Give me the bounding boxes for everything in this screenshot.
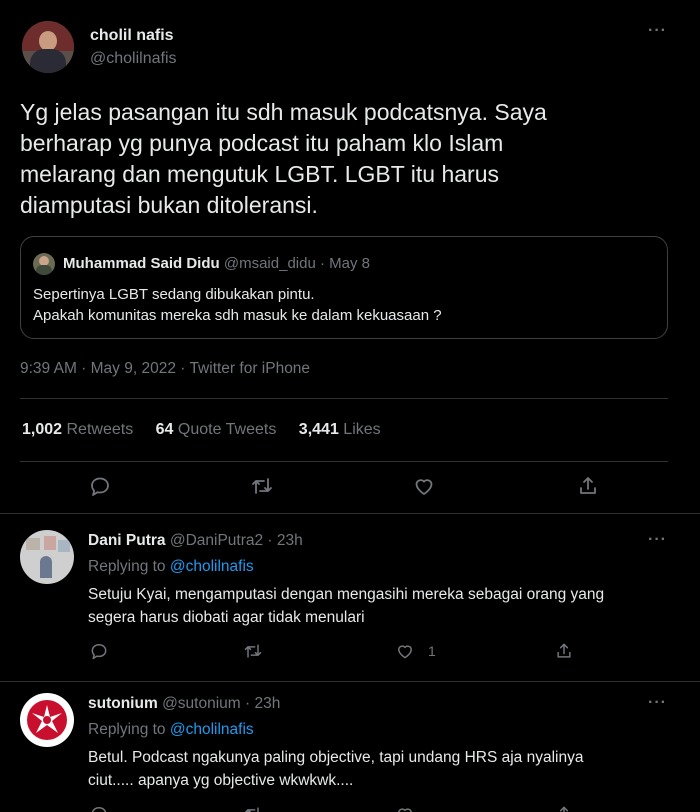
more-options-icon[interactable]: ··· <box>648 694 667 712</box>
reply-author-handle[interactable]: @sutonium <box>162 695 241 712</box>
share-icon[interactable] <box>553 803 575 812</box>
sutonium-logo-icon <box>27 700 67 740</box>
reply-text: Betul. Podcast ngakunya paling objective… <box>88 746 583 792</box>
tweet-text-line: Yg jelas pasangan itu sdh masuk podcatsn… <box>20 99 547 125</box>
likes-stat[interactable]: 3,441 Likes <box>299 421 381 438</box>
share-icon[interactable] <box>574 472 602 500</box>
reply-time[interactable]: · 23h <box>245 695 280 712</box>
reply-header: sutonium @sutonium · 23h <box>88 695 280 713</box>
quoted-header: Muhammad Said Didu @msaid_didu · May 8 <box>63 255 370 272</box>
retweets-stat[interactable]: 1,002 Retweets <box>22 421 133 438</box>
quoted-author-name: Muhammad Said Didu <box>63 255 220 272</box>
share-icon[interactable] <box>553 640 575 662</box>
quoted-text-line: Sepertinya LGBT sedang dibukakan pintu. <box>33 286 315 303</box>
tweet-text-line: diamputasi bukan ditoleransi. <box>20 192 318 218</box>
tweet-stats: 1,002 Retweets 64 Quote Tweets 3,441 Lik… <box>22 421 381 439</box>
replying-to-link[interactable]: @cholilnafis <box>170 558 254 575</box>
reply-author-name[interactable]: sutonium <box>88 695 158 712</box>
like-icon[interactable] <box>394 803 416 812</box>
like-icon[interactable] <box>394 640 416 662</box>
quoted-author-handle: @msaid_didu <box>223 255 316 272</box>
author-name[interactable]: cholil nafis <box>90 27 174 45</box>
reply-text-line: ciut..... apanya yg objective wkwkwk.... <box>88 772 354 789</box>
author-handle[interactable]: @cholilnafis <box>90 50 177 68</box>
reply-time[interactable]: · 23h <box>267 532 302 549</box>
reply-text-line: Setuju Kyai, mengamputasi dengan mengasi… <box>88 586 605 603</box>
replying-to: Replying to @cholilnafis <box>88 721 254 739</box>
like-count: 1 <box>428 643 436 659</box>
reply-author-handle[interactable]: @DaniPutra2 <box>170 532 263 549</box>
replying-to-label: Replying to <box>88 558 166 575</box>
divider <box>20 398 668 399</box>
divider <box>0 513 700 514</box>
quoted-tweet[interactable]: Muhammad Said Didu @msaid_didu · May 8 S… <box>20 236 668 339</box>
retweet-icon[interactable] <box>242 640 264 662</box>
retweet-icon[interactable] <box>242 803 264 812</box>
reply-icon[interactable] <box>86 472 114 500</box>
divider <box>0 681 700 682</box>
divider <box>20 461 668 462</box>
reply-icon[interactable] <box>88 640 110 662</box>
more-options-icon[interactable]: ··· <box>648 22 667 40</box>
like-icon[interactable] <box>410 472 438 500</box>
retweet-icon[interactable] <box>248 472 276 500</box>
reply-text-line: Betul. Podcast ngakunya paling objective… <box>88 749 584 766</box>
replying-to-link[interactable]: @cholilnafis <box>170 721 254 738</box>
tweet-text: Yg jelas pasangan itu sdh masuk podcatsn… <box>20 97 547 221</box>
reply-avatar[interactable] <box>20 693 74 747</box>
replying-to: Replying to @cholilnafis <box>88 558 254 576</box>
quoted-author-avatar <box>33 253 55 275</box>
reply-avatar[interactable] <box>20 530 74 584</box>
reply-icon[interactable] <box>88 803 110 812</box>
reply-header: Dani Putra @DaniPutra2 · 23h <box>88 532 303 550</box>
tweet-text-line: melarang dan mengutuk LGBT. LGBT itu har… <box>20 161 500 187</box>
quoted-text-line: Apakah komunitas mereka sdh masuk ke dal… <box>33 307 442 324</box>
replying-to-label: Replying to <box>88 721 166 738</box>
quote-tweets-stat[interactable]: 64 Quote Tweets <box>156 421 277 438</box>
quoted-time: · May 8 <box>319 255 370 272</box>
reply-text: Setuju Kyai, mengamputasi dengan mengasi… <box>88 583 604 629</box>
reply-author-name[interactable]: Dani Putra <box>88 532 166 549</box>
author-avatar[interactable] <box>22 21 74 73</box>
more-options-icon[interactable]: ··· <box>648 531 667 549</box>
reply-text-line: segera harus diobati agar tidak menulari <box>88 609 365 626</box>
quoted-text: Sepertinya LGBT sedang dibukakan pintu. … <box>33 284 442 326</box>
tweet-timestamp[interactable]: 9:39 AM · May 9, 2022 · Twitter for iPho… <box>20 360 310 378</box>
tweet-text-line: berharap yg punya podcast itu paham klo … <box>20 130 504 156</box>
